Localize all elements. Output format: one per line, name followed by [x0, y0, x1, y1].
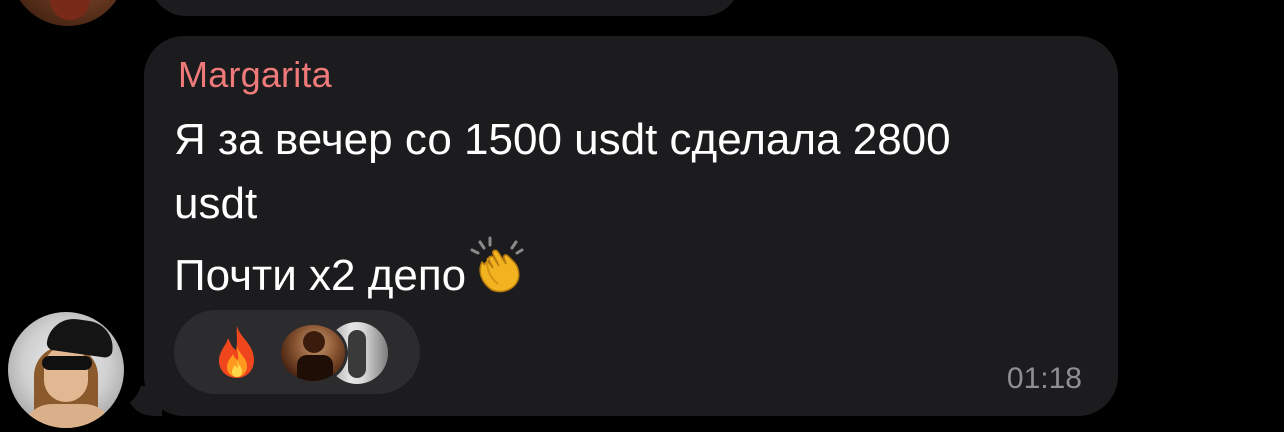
message-bubble[interactable]: Margarita Я за вечер со 1500 usdt сделал…	[144, 36, 1118, 416]
previous-message-bubble[interactable]	[150, 0, 740, 16]
sunglasses	[42, 356, 92, 370]
clapping-hands-icon	[468, 236, 528, 314]
fire-icon	[212, 324, 262, 380]
sender-name[interactable]: Margarita	[178, 54, 332, 96]
message-line: usdt	[174, 179, 258, 228]
message-text: Я за вечер со 1500 usdt сделала 2800 usd…	[174, 108, 1094, 314]
message-line: Я за вечер со 1500 usdt сделала 2800	[174, 115, 951, 164]
reactor-avatar	[278, 322, 348, 384]
sender-avatar[interactable]	[8, 312, 124, 428]
message-line: Почти х2 депо	[174, 236, 1094, 314]
previous-sender-avatar[interactable]	[10, 0, 126, 26]
reaction-chip-fire[interactable]	[174, 310, 420, 394]
message-timestamp: 01:18	[1006, 362, 1082, 395]
chat-view: Margarita Я за вечер со 1500 usdt сделал…	[0, 0, 1284, 432]
